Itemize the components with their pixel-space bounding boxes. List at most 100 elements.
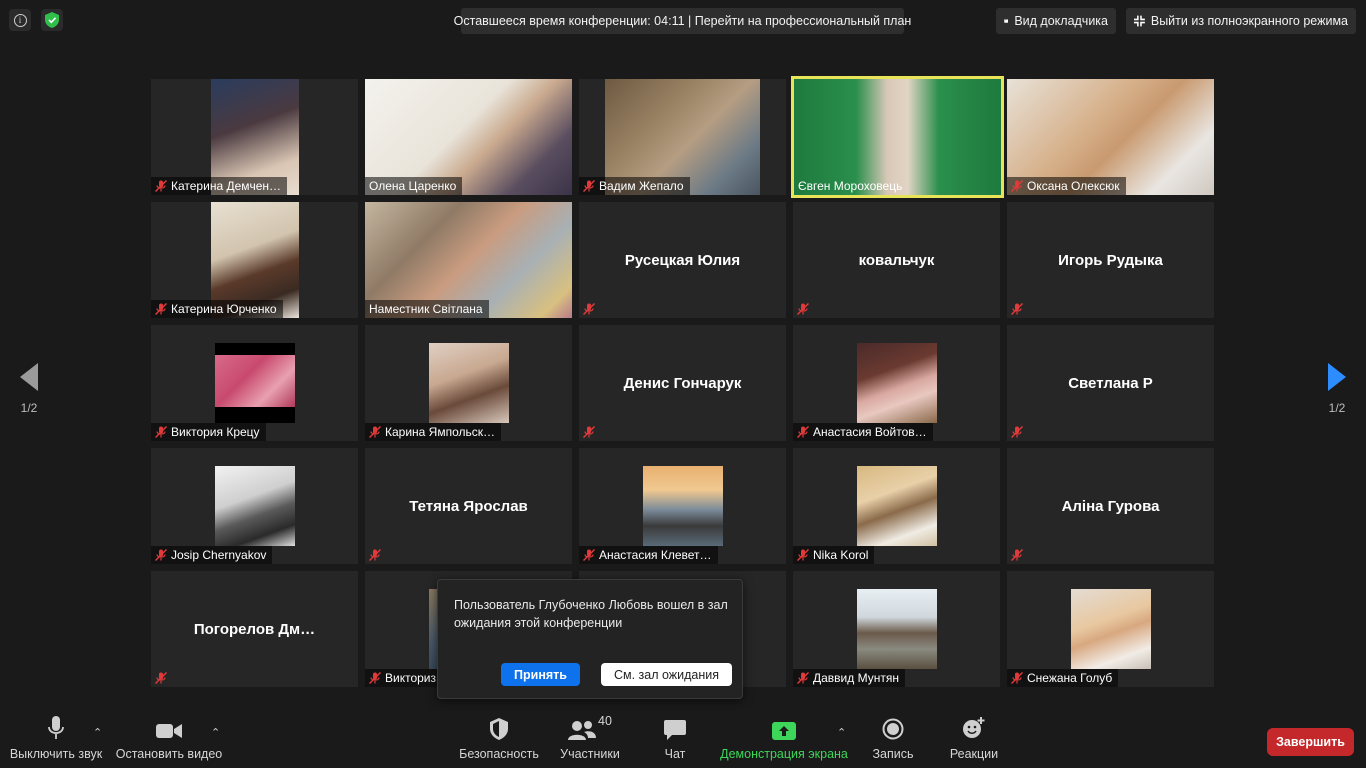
arrow-left-icon	[20, 363, 38, 391]
record-icon	[882, 718, 904, 740]
participant-name-display: Денис Гончарук	[623, 374, 742, 392]
participant-name-label: Оксана Олексюк	[1007, 177, 1126, 195]
participant-video	[857, 466, 937, 546]
mic-muted-icon	[797, 672, 809, 684]
participant-tile[interactable]: Русецкая Юлия	[579, 202, 786, 318]
participant-tile[interactable]: Олена Царенко	[365, 79, 572, 195]
mic-muted-icon	[1011, 549, 1023, 561]
admit-button[interactable]: Принять	[501, 663, 580, 686]
participant-tile[interactable]: Игорь Рудыка	[1007, 202, 1214, 318]
mic-muted-icon	[369, 549, 381, 561]
share-screen-icon	[772, 722, 796, 740]
participant-name-label	[579, 423, 601, 441]
participant-tile[interactable]: Анастасия Войтов…	[793, 325, 1000, 441]
participant-video	[643, 466, 723, 546]
mute-button[interactable]: Выключить звук	[10, 710, 102, 768]
participant-tile[interactable]: Анастасия Клевет…	[579, 448, 786, 564]
participant-name-label: Снежана Голуб	[1007, 669, 1119, 687]
participant-video	[215, 343, 295, 423]
participant-tile[interactable]: Катерина Юрченко	[151, 202, 358, 318]
reactions-button[interactable]: Реакции	[948, 710, 1000, 768]
participant-name-display: Погорелов Дм…	[193, 620, 316, 638]
participant-name-label: Катерина Юрченко	[151, 300, 283, 318]
participant-tile[interactable]: Аліна Гурова	[1007, 448, 1214, 564]
participant-name-label: Анастасия Клевет…	[579, 546, 718, 564]
participant-tile[interactable]: Даввид Мунтян	[793, 571, 1000, 687]
mic-muted-icon	[1011, 303, 1023, 315]
meeting-info-icon[interactable]: i	[9, 9, 31, 31]
participant-name-label: Вадим Жепало	[579, 177, 690, 195]
participant-name-display: Аліна Гурова	[1061, 497, 1160, 515]
participant-name-label	[1007, 300, 1029, 318]
participant-name-label: Наместник Світлана	[365, 300, 489, 318]
notification-message: Пользователь Глубоченко Любовь вошел в з…	[454, 598, 728, 630]
participant-tile[interactable]: Катерина Демчен…	[151, 79, 358, 195]
next-page-button[interactable]: 1/2	[1308, 344, 1366, 434]
participant-name-label	[1007, 423, 1029, 441]
participant-tile[interactable]: ковальчук	[793, 202, 1000, 318]
participant-name-label: Nika Korol	[793, 546, 875, 564]
stop-video-label: Остановить видео	[115, 747, 223, 761]
video-camera-icon	[156, 724, 182, 738]
mic-muted-icon	[797, 303, 809, 315]
reactions-emoji-icon	[963, 717, 985, 738]
exit-fullscreen-icon	[1134, 15, 1145, 27]
participants-button[interactable]: 40 Участники	[560, 710, 620, 768]
stop-video-button[interactable]: Остановить видео	[115, 710, 223, 768]
speaker-view-icon	[1004, 18, 1009, 23]
participant-tile[interactable]: Виктория Крецу	[151, 325, 358, 441]
mic-muted-icon	[797, 549, 809, 561]
participant-name-label: Карина Ямпольск…	[365, 423, 502, 441]
meeting-toolbar: Выключить звук ⌃ Остановить видео ⌃ Безо…	[0, 710, 1366, 768]
exit-fullscreen-button[interactable]: Выйти из полноэкранного режима	[1126, 8, 1356, 34]
encryption-shield-icon[interactable]	[41, 9, 63, 31]
end-meeting-button[interactable]: Завершить	[1267, 728, 1354, 756]
mic-muted-icon	[369, 426, 381, 438]
participant-name-label	[793, 300, 815, 318]
participant-name-label: Викториз	[365, 669, 443, 687]
participant-name-label	[151, 669, 173, 687]
reactions-label: Реакции	[949, 747, 999, 761]
security-button[interactable]: Безопасность	[459, 710, 539, 768]
video-options-caret-icon[interactable]: ⌃	[211, 726, 220, 739]
mic-muted-icon	[155, 549, 167, 561]
participant-tile[interactable]: Josip Chernyakov	[151, 448, 358, 564]
chat-icon	[664, 720, 686, 740]
participant-name-label: Даввид Мунтян	[793, 669, 905, 687]
participant-tile[interactable]: Снежана Голуб	[1007, 571, 1214, 687]
participant-tile[interactable]: Денис Гончарук	[579, 325, 786, 441]
audio-options-caret-icon[interactable]: ⌃	[93, 726, 102, 739]
participant-tile[interactable]: Карина Ямпольск…	[365, 325, 572, 441]
time-limit-banner[interactable]: Оставшееся время конференции: 04:11 | Пе…	[454, 8, 911, 34]
share-options-caret-icon[interactable]: ⌃	[837, 726, 846, 739]
participant-tile[interactable]: Nika Korol	[793, 448, 1000, 564]
participant-video	[857, 343, 937, 423]
shield-icon	[490, 718, 508, 740]
participant-name-label: Олена Царенко	[365, 177, 463, 195]
speaker-view-button[interactable]: Вид докладчика	[996, 8, 1116, 34]
participant-name-label	[365, 546, 387, 564]
mic-muted-icon	[1011, 426, 1023, 438]
mic-muted-icon	[1011, 672, 1023, 684]
participant-name-display: Светлана Р	[1068, 374, 1153, 392]
participant-tile[interactable]: Светлана Р	[1007, 325, 1214, 441]
participant-name-display: Тетяна Ярослав	[409, 497, 528, 515]
participant-tile[interactable]: Вадим Жепало	[579, 79, 786, 195]
exit-fullscreen-label: Выйти из полноэкранного режима	[1150, 14, 1348, 28]
participant-tile[interactable]: Оксана Олексюк	[1007, 79, 1214, 195]
page-indicator-right: 1/2	[1328, 401, 1346, 415]
mic-muted-icon	[583, 426, 595, 438]
see-waiting-room-button[interactable]: См. зал ожидания	[601, 663, 732, 686]
record-button[interactable]: Запись	[871, 710, 915, 768]
previous-page-button[interactable]: 1/2	[0, 344, 58, 434]
record-label: Запись	[872, 747, 914, 761]
participant-tile[interactable]: Погорелов Дм…	[151, 571, 358, 687]
participant-tile-active-speaker[interactable]: Євген Мороховець	[791, 76, 1004, 198]
chat-button[interactable]: Чат	[656, 710, 694, 768]
participant-tile[interactable]: Наместник Світлана	[365, 202, 572, 318]
share-screen-button[interactable]: Демонстрация экрана	[720, 710, 848, 768]
participant-name-display: ковальчук	[858, 251, 935, 269]
participant-name-label: Виктория Крецу	[151, 423, 266, 441]
participants-label: Участники	[560, 747, 620, 761]
participant-tile[interactable]: Тетяна Ярослав	[365, 448, 572, 564]
